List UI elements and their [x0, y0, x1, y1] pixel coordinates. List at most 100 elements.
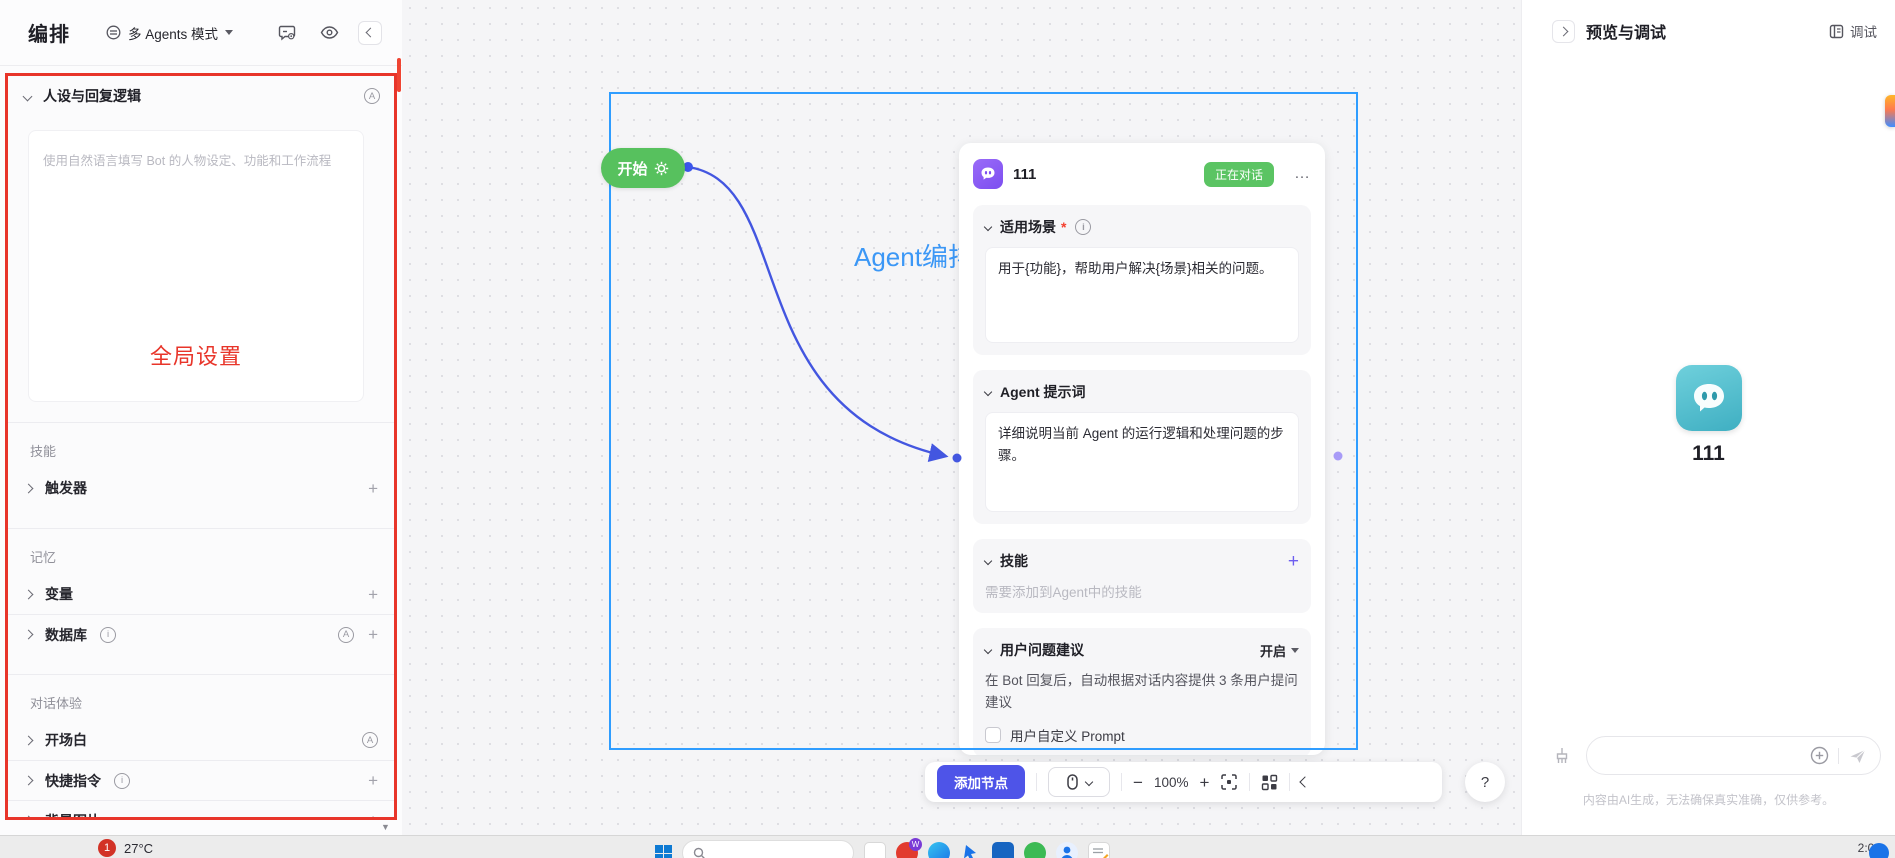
- info-icon: i: [100, 626, 116, 643]
- page-title: 编排: [28, 24, 70, 46]
- flow-canvas[interactable]: 开始 Agent编排 111 正在对话 … 适用场景 * i 用于{功能}，帮助…: [402, 0, 1521, 835]
- ai-optimize-icon[interactable]: A: [364, 88, 380, 104]
- scene-section-header[interactable]: 适用场景 * i: [983, 217, 1299, 237]
- weather-alert-badge[interactable]: 1: [98, 839, 116, 857]
- add-skill-icon[interactable]: +: [1288, 552, 1299, 571]
- suggestion-section-header[interactable]: 用户问题建议 开启: [983, 640, 1299, 660]
- prompt-section: Agent 提示词 详细说明当前 Agent 的运行逻辑和处理问题的步骤。: [973, 370, 1311, 524]
- group-skills: 技能 触发器 +: [8, 422, 394, 508]
- persona-editor[interactable]: 使用自然语言填写 Bot 的人物设定、功能和工作流程 全局设置: [28, 130, 364, 402]
- chat-settings-icon[interactable]: [274, 20, 300, 46]
- suggestion-description: 在 Bot 回复后，自动根据对话内容提供 3 条用户提问建议: [985, 673, 1298, 710]
- canvas-toolbar: 添加节点 − 100% +: [925, 762, 1442, 802]
- agent-node-card[interactable]: 111 正在对话 … 适用场景 * i 用于{功能}，帮助用户解决{场景}相关的…: [959, 143, 1325, 755]
- add-icon[interactable]: +: [368, 772, 378, 789]
- bot-name: 111: [1692, 442, 1725, 465]
- add-icon[interactable]: +: [368, 586, 378, 603]
- prompt-textarea[interactable]: 详细说明当前 Agent 的运行逻辑和处理问题的步骤。: [985, 412, 1299, 512]
- windows-start-icon[interactable]: [655, 844, 672, 858]
- more-options-icon[interactable]: …: [1294, 166, 1311, 182]
- info-icon: i: [114, 772, 130, 789]
- sidebar-item-opening[interactable]: 开场白 A: [8, 720, 394, 760]
- divider: [1036, 773, 1037, 791]
- prompt-section-header[interactable]: Agent 提示词: [983, 382, 1299, 402]
- ai-optimize-icon[interactable]: A: [362, 732, 378, 748]
- chevron-down-icon: [983, 222, 993, 232]
- add-icon[interactable]: +: [368, 480, 378, 497]
- global-settings-label: 全局设置: [149, 344, 242, 369]
- fit-view-icon[interactable]: [1220, 773, 1238, 791]
- floating-widget[interactable]: [1885, 95, 1895, 127]
- orchestration-panel: 编排 多 Agents 模式 人设与回复逻辑 A 使用自然语言填写 Bot 的人…: [0, 0, 402, 835]
- ai-disclaimer: 内容由AI生成，无法确保真实准确，仅供参考。: [1582, 793, 1835, 807]
- zoom-out-icon[interactable]: −: [1133, 774, 1143, 791]
- start-node[interactable]: 开始: [601, 148, 685, 188]
- divider: [1249, 773, 1251, 791]
- add-node-button[interactable]: 添加节点: [937, 765, 1025, 799]
- sidebar-item-background[interactable]: 背景图片 +: [8, 800, 394, 817]
- tray-icon-partial[interactable]: [1869, 843, 1889, 858]
- expand-preview-button[interactable]: [1552, 19, 1575, 43]
- app-icon-green[interactable]: [1024, 842, 1046, 858]
- clear-chat-icon[interactable]: [1552, 746, 1572, 766]
- sidebar-item-shortcuts[interactable]: 快捷指令 i +: [8, 760, 394, 800]
- app-icon-notepad[interactable]: [1088, 842, 1110, 858]
- chevron-right-icon: [23, 735, 34, 745]
- agents-mode-dropdown[interactable]: 多 Agents 模式: [106, 23, 234, 43]
- agent-output-port-dot[interactable]: [1333, 451, 1343, 461]
- bot-avatar: [1675, 365, 1742, 431]
- app-icon-red[interactable]: W: [896, 838, 922, 858]
- add-icon[interactable]: +: [368, 626, 378, 643]
- debug-icon: [1829, 24, 1844, 38]
- preview-title: 预览与调试: [1586, 25, 1667, 42]
- task-view-icon[interactable]: [864, 842, 886, 858]
- collapse-panel-button[interactable]: [358, 20, 382, 45]
- zoom-in-icon[interactable]: +: [1199, 774, 1209, 791]
- mode-label: 多 Agents 模式: [128, 26, 219, 42]
- scene-textarea[interactable]: 用于{功能}，帮助用户解决{场景}相关的问题。: [985, 247, 1299, 343]
- sidebar-item-database[interactable]: 数据库 i A +: [8, 614, 394, 654]
- persona-section-header[interactable]: 人设与回复逻辑 A: [8, 76, 394, 116]
- scrollbar-thumb[interactable]: [397, 58, 401, 92]
- divider: [1838, 747, 1839, 764]
- sidebar-item-trigger[interactable]: 触发器 +: [8, 468, 394, 508]
- debug-button[interactable]: 调试: [1829, 21, 1877, 41]
- temperature-label[interactable]: 27°C: [124, 841, 153, 856]
- windows-taskbar: 1 27°C W 2:06: [0, 835, 1895, 858]
- agent-orchestration-label: Agent编排: [854, 242, 974, 272]
- ai-optimize-icon[interactable]: A: [338, 626, 355, 643]
- divider: [1121, 773, 1122, 791]
- taskbar-search[interactable]: [682, 840, 854, 858]
- attach-plus-icon[interactable]: [1810, 746, 1829, 765]
- group-chat-experience: 对话体验 开场白 A 快捷指令 i + 背景图片 +: [8, 674, 394, 817]
- custom-prompt-label: 用户自定义 Prompt: [1010, 729, 1125, 745]
- caret-down-icon: [1291, 647, 1299, 653]
- app-icon-pointer[interactable]: [960, 842, 982, 858]
- custom-prompt-checkbox[interactable]: [985, 727, 1001, 744]
- app-icon-blue-square[interactable]: [992, 842, 1014, 858]
- chat-input[interactable]: [1586, 736, 1881, 775]
- skills-section-header[interactable]: 技能 +: [983, 551, 1299, 571]
- search-icon: [693, 847, 706, 858]
- scroll-down-icon[interactable]: ▼: [381, 822, 390, 832]
- help-button[interactable]: ?: [1465, 762, 1505, 802]
- app-icon-browser[interactable]: [928, 842, 950, 858]
- agent-title: 111: [1013, 165, 1037, 183]
- agent-avatar: [973, 159, 1003, 189]
- layout-grid-icon[interactable]: [1261, 774, 1278, 791]
- visibility-icon[interactable]: [316, 20, 342, 46]
- info-icon: i: [1075, 219, 1092, 235]
- suggestion-toggle[interactable]: 开启: [1260, 641, 1299, 660]
- preview-panel: 预览与调试 调试 111 内容由AI生成，无法确保真实准确，仅供参考。: [1521, 0, 1895, 835]
- status-badge: 正在对话: [1203, 161, 1274, 187]
- chevron-right-icon: [23, 815, 34, 817]
- app-icon-person[interactable]: [1056, 842, 1078, 858]
- sidebar-item-variables[interactable]: 变量 +: [8, 574, 394, 614]
- collapse-toolbar-icon[interactable]: [1299, 776, 1312, 788]
- chevron-right-icon: [23, 629, 34, 640]
- add-icon[interactable]: +: [368, 812, 378, 817]
- app-badge-w: W: [909, 838, 922, 851]
- send-icon[interactable]: [1848, 746, 1868, 766]
- cursor-mode-dropdown[interactable]: [1048, 767, 1110, 797]
- chevron-down-icon: [983, 556, 993, 566]
